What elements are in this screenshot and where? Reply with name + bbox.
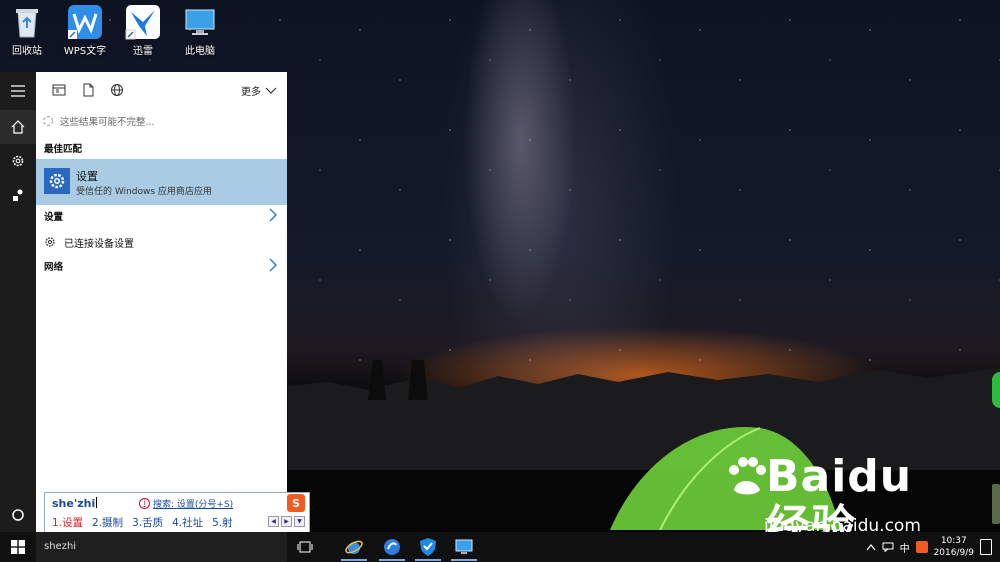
clock-time: 10:37 (940, 536, 967, 546)
ime-candidate[interactable]: 5.射 (212, 515, 233, 530)
taskbar-app-sogou-browser[interactable] (379, 535, 405, 561)
monitor-icon (455, 539, 473, 554)
baidu-paw-icon (729, 457, 766, 495)
chevron-right-icon (269, 258, 277, 272)
group-network-label: 网络 (44, 262, 64, 273)
apps-icon[interactable] (52, 83, 66, 97)
ime-candidate[interactable]: 4.社址 (172, 515, 203, 530)
web-icon[interactable] (110, 83, 124, 97)
ime-composition: she'zhi (52, 497, 98, 510)
loading-spinner-icon (42, 115, 54, 127)
sogou-tray-icon[interactable] (915, 541, 928, 553)
ime-candidate[interactable]: 2.摄制 (92, 515, 123, 530)
taskbar: shezhi 中 10:37 2016/9/9 (0, 532, 1000, 562)
search-query-text: shezhi (44, 541, 77, 552)
ime-candidate-list: 1.设置 2.摄制 3.舌质 4.社址 5.射 (52, 515, 233, 530)
ie-icon (345, 540, 363, 554)
taskbar-app-ie[interactable] (341, 535, 367, 561)
desktop-icon-recycle-bin[interactable]: 回收站 (0, 4, 57, 57)
gear-icon (49, 173, 65, 189)
recycle-bin-icon (9, 4, 45, 40)
side-widget (992, 372, 1000, 408)
text-caret (96, 497, 98, 508)
desktop-icon-this-pc[interactable]: 此电脑 (170, 4, 230, 57)
ime-expand-icon[interactable]: ▼ (294, 516, 305, 527)
message-icon[interactable] (882, 542, 894, 552)
group-network[interactable]: 网络 (36, 256, 287, 276)
best-match-heading: 最佳匹配 (44, 144, 83, 155)
home-button[interactable] (0, 110, 36, 144)
ime-search-hint[interactable]: i 搜索: 设置(分号+S) (139, 497, 233, 510)
desktop-icon-label: 回收站 (12, 46, 42, 57)
desktop-icon-wps[interactable]: WPS文字 (55, 4, 115, 57)
search-filter-toolbar: 更多 (36, 72, 287, 108)
taskbar-app-monitor[interactable] (451, 535, 477, 561)
ime-next-page-icon[interactable]: ▶ (281, 516, 292, 527)
result-label: 已连接设备设置 (64, 239, 134, 250)
hamburger-button[interactable] (0, 74, 36, 108)
desktop-icon-label: WPS文字 (63, 46, 107, 57)
settings-app-tile (44, 168, 70, 194)
settings-rail-button[interactable] (0, 144, 36, 178)
task-view-button[interactable] (292, 535, 318, 559)
result-connected-devices[interactable]: 已连接设备设置 (36, 232, 287, 252)
ime-pager: ◀ ▶ ▼ (268, 516, 305, 527)
ime-candidate[interactable]: 1.设置 (52, 515, 83, 530)
clock[interactable]: 10:37 2016/9/9 (934, 535, 974, 559)
ime-candidate-window: she'zhi i 搜索: 设置(分号+S) S 1.设置 2.摄制 3.舌质 … (44, 492, 310, 534)
more-filters-button[interactable]: 更多 (241, 83, 277, 98)
side-strip (992, 484, 1000, 524)
sogou-browser-icon (384, 539, 400, 555)
sogou-ime-logo-icon[interactable]: S (287, 494, 305, 512)
more-label: 更多 (241, 87, 261, 98)
taskbar-app-security[interactable] (415, 535, 441, 561)
start-rail (0, 72, 36, 532)
feedback-icon (13, 189, 23, 201)
cortana-circle-icon (12, 509, 24, 521)
start-button[interactable] (0, 532, 36, 562)
feedback-rail-button[interactable] (0, 178, 36, 212)
documents-icon[interactable] (81, 83, 95, 97)
notice-text: 这些结果可能不完整... (60, 117, 155, 128)
incomplete-results-notice: 这些结果可能不完整... (42, 114, 155, 128)
xunlei-icon (125, 4, 161, 40)
search-results-panel: 更多 这些结果可能不完整... 最佳匹配 设置 受信任的 Windows 应用商… (36, 72, 287, 532)
group-settings-label: 设置 (44, 212, 64, 223)
taskbar-search-box[interactable]: shezhi (36, 532, 287, 562)
home-icon (11, 120, 25, 134)
ime-hint-text: 搜索: 设置(分号+S) (153, 500, 234, 510)
ime-composition-text: she'zhi (52, 497, 96, 510)
system-tray: 中 10:37 2016/9/9 (866, 532, 992, 562)
info-icon: i (139, 498, 150, 509)
best-match-subtitle: 受信任的 Windows 应用商店应用 (76, 187, 212, 197)
cortana-button[interactable] (0, 498, 36, 532)
best-match-title: 设置 (76, 170, 98, 183)
wps-writer-icon (67, 4, 103, 40)
task-view-icon (297, 541, 313, 553)
group-settings[interactable]: 设置 (36, 206, 287, 226)
desktop-icon-label: 此电脑 (185, 46, 215, 57)
chevron-right-icon (269, 208, 277, 222)
ime-prev-page-icon[interactable]: ◀ (268, 516, 279, 527)
ime-candidate[interactable]: 3.舌质 (132, 515, 163, 530)
action-center-icon[interactable] (980, 539, 992, 555)
hamburger-icon (11, 85, 25, 97)
this-pc-icon (182, 4, 218, 40)
chevron-down-icon (265, 87, 277, 94)
gear-icon (12, 155, 24, 167)
desktop-icon-label: 迅雷 (133, 46, 153, 57)
ime-language-indicator[interactable]: 中 (900, 540, 910, 555)
desktop-icon-xunlei[interactable]: 迅雷 (113, 4, 173, 57)
best-match-result[interactable]: 设置 受信任的 Windows 应用商店应用 (36, 159, 287, 205)
clock-date: 2016/9/9 (933, 548, 974, 558)
shield-icon (420, 538, 436, 556)
chevron-up-icon[interactable] (866, 543, 876, 551)
windows-logo-icon (11, 540, 25, 554)
gear-icon (45, 237, 55, 247)
